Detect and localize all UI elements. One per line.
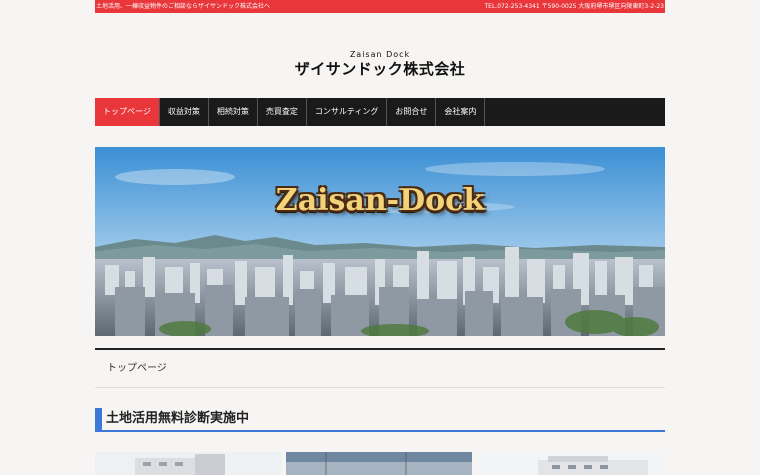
property-thumbnail-3[interactable] bbox=[477, 452, 665, 475]
nav-item-company[interactable]: 会社案内 bbox=[436, 98, 486, 126]
nav-item-income[interactable]: 収益対策 bbox=[160, 98, 209, 126]
nav-item-top[interactable]: トップページ bbox=[95, 98, 160, 126]
logo-english: Zaisan Dock bbox=[349, 50, 411, 59]
hero-banner: Zaisan-Dock bbox=[95, 147, 665, 336]
city-skyline-image bbox=[95, 147, 665, 336]
tagline-text: 土地活用、一棟収益物件のご相談ならザイサンドック株式会社へ bbox=[96, 3, 271, 10]
nav-item-inheritance[interactable]: 相続対策 bbox=[209, 98, 258, 126]
section-heading: 土地活用無料診断実施中 bbox=[95, 408, 665, 430]
main-nav: トップページ 収益対策 相続対策 売買査定 コンサルティング お問合せ 会社案内 bbox=[95, 98, 665, 126]
hero-title: Zaisan-Dock bbox=[275, 183, 485, 218]
nav-item-consulting[interactable]: コンサルティング bbox=[307, 98, 388, 126]
nav-item-contact[interactable]: お問合せ bbox=[387, 98, 437, 126]
breadcrumb-current: トップページ bbox=[107, 363, 167, 374]
logo-japanese: ザイサンドック株式会社 bbox=[294, 60, 466, 78]
breadcrumb-top-rule bbox=[95, 348, 665, 350]
property-thumbnail-2[interactable] bbox=[286, 452, 473, 475]
section-heading-underline bbox=[95, 430, 665, 432]
top-info-bar: 土地活用、一棟収益物件のご相談ならザイサンドック株式会社へ TEL.072-25… bbox=[95, 0, 665, 13]
site-logo[interactable]: Zaisan Dock ザイサンドック株式会社 bbox=[95, 50, 665, 84]
property-thumbnail-1[interactable] bbox=[95, 452, 282, 475]
breadcrumb: トップページ bbox=[95, 358, 677, 380]
breadcrumb-bottom-rule bbox=[95, 387, 665, 388]
property-thumbnails bbox=[95, 452, 665, 475]
nav-item-appraisal[interactable]: 売買査定 bbox=[258, 98, 307, 126]
contact-text: TEL.072-253-4341 〒590-0025 大阪府堺市堺区向陵東町3-… bbox=[484, 3, 664, 10]
